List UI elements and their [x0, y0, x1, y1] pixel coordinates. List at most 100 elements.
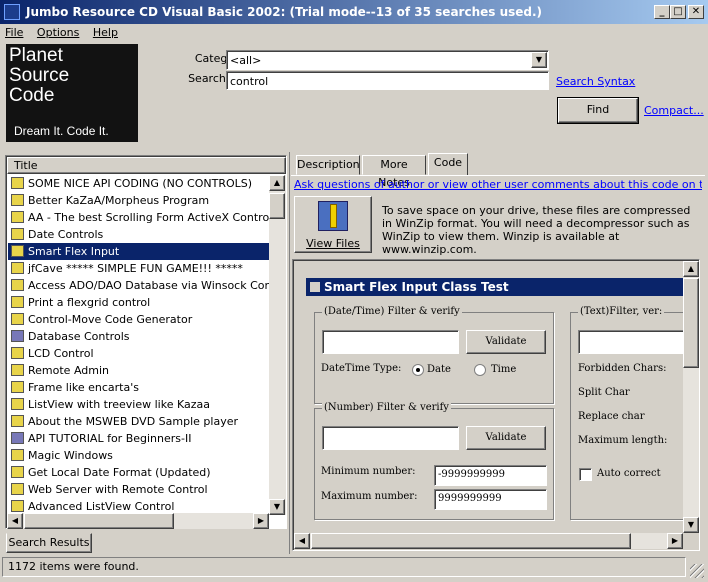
- search-input[interactable]: control: [226, 71, 549, 90]
- tab-search-results[interactable]: Search Results: [6, 533, 92, 553]
- chevron-down-icon[interactable]: ▼: [531, 52, 547, 68]
- validate-number-button[interactable]: Validate: [466, 426, 546, 450]
- datetime-group: [314, 312, 554, 404]
- resize-grip-icon[interactable]: [690, 564, 704, 578]
- menu-options[interactable]: Options: [32, 24, 84, 42]
- list-item[interactable]: About the MSWEB DVD Sample player: [8, 413, 270, 430]
- results-list[interactable]: Title SOME NICE API CODING (NO CONTROLS)…: [5, 155, 287, 529]
- preview-scroll-up-icon[interactable]: ▲: [683, 261, 699, 277]
- scroll-right-icon[interactable]: ▶: [253, 513, 269, 529]
- list-item-label: Remote Admin: [28, 364, 109, 377]
- list-item-label: ListView with treeview like Kazaa: [28, 398, 210, 411]
- scroll-thumb[interactable]: [269, 193, 285, 219]
- vb-module-icon: [11, 500, 24, 512]
- h-scroll-thumb[interactable]: [24, 513, 174, 529]
- scroll-down-icon[interactable]: ▼: [269, 499, 285, 515]
- list-item[interactable]: Remote Admin: [8, 362, 270, 379]
- preview-scroll-thumb[interactable]: [683, 278, 699, 368]
- vb-module-icon: [11, 466, 24, 478]
- tab-edge: [291, 175, 705, 176]
- tab-more-notes[interactable]: More Notes: [362, 155, 426, 189]
- vb-module-icon: [11, 228, 24, 240]
- planet-source-code-logo: Planet Source Code Dream It. Code It.: [6, 44, 138, 142]
- list-item[interactable]: Web Server with Remote Control: [8, 481, 270, 498]
- list-item[interactable]: Access ADO/DAO Database via Winsock Cont…: [8, 277, 270, 294]
- preview-hscrollbar[interactable]: ◀ ▶: [294, 533, 683, 549]
- results-rows: SOME NICE API CODING (NO CONTROLS) Better…: [8, 175, 270, 515]
- list-item[interactable]: Frame like encarta's: [8, 379, 270, 396]
- max-number-input[interactable]: 9999999999: [434, 489, 547, 510]
- menu-file[interactable]: File: [0, 24, 28, 42]
- vb-module-icon: [11, 398, 24, 410]
- list-item[interactable]: SOME NICE API CODING (NO CONTROLS): [8, 175, 270, 192]
- radio-time[interactable]: [474, 364, 486, 376]
- list-item[interactable]: Print a flexgrid control: [8, 294, 270, 311]
- list-item-label: Better KaZaA/Morpheus Program: [28, 194, 210, 207]
- auto-correct-checkbox[interactable]: [579, 468, 592, 481]
- list-item-label: Database Controls: [28, 330, 130, 343]
- list-item-label: AA - The best Scrolling Form ActiveX Con…: [28, 211, 270, 224]
- compact-link[interactable]: Compact...: [644, 104, 704, 117]
- vb-module-icon: [11, 296, 24, 308]
- vb-module-icon: [11, 279, 24, 291]
- splitter[interactable]: [289, 152, 290, 554]
- list-item[interactable]: jfCave ***** SIMPLE FUN GAME!!! *****: [8, 260, 270, 277]
- tab-description[interactable]: Description: [296, 155, 360, 175]
- vb-module-icon: [11, 245, 24, 257]
- datetime-input[interactable]: [322, 330, 459, 354]
- list-item[interactable]: API TUTORIAL for Beginners-II: [8, 430, 270, 447]
- menu-help[interactable]: Help: [88, 24, 123, 42]
- list-item[interactable]: Control-Move Code Generator: [8, 311, 270, 328]
- preview-hscroll-thumb[interactable]: [311, 533, 631, 549]
- search-syntax-link[interactable]: Search Syntax: [556, 75, 635, 88]
- validate-datetime-button[interactable]: Validate: [466, 330, 546, 354]
- list-item[interactable]: Better KaZaA/Morpheus Program: [8, 192, 270, 209]
- compression-note: To save space on your drive, these files…: [382, 204, 691, 256]
- list-item[interactable]: AA - The best Scrolling Form ActiveX Con…: [8, 209, 270, 226]
- category-select[interactable]: <all> ▼: [226, 50, 549, 70]
- results-hscrollbar[interactable]: ◀ ▶: [7, 513, 269, 529]
- preview-dialog-title: Smart Flex Input Class Test: [306, 278, 683, 296]
- maximize-icon[interactable]: □: [670, 5, 686, 19]
- list-item-label: LCD Control: [28, 347, 94, 360]
- column-header-title[interactable]: Title: [7, 157, 286, 174]
- scroll-left-icon[interactable]: ◀: [7, 513, 23, 529]
- preview-scroll-down-icon[interactable]: ▼: [683, 517, 699, 533]
- list-item-label: Magic Windows: [28, 449, 113, 462]
- minimize-icon[interactable]: _: [654, 5, 670, 19]
- tab-code[interactable]: Code: [428, 153, 468, 176]
- results-vscrollbar[interactable]: ▲ ▼: [269, 175, 286, 515]
- list-item-label: Get Local Date Format (Updated): [28, 466, 211, 479]
- vb-module-icon: [11, 262, 24, 274]
- view-files-button[interactable]: View Files: [294, 196, 372, 253]
- number-input[interactable]: [322, 426, 459, 450]
- list-item[interactable]: ListView with treeview like Kazaa: [8, 396, 270, 413]
- list-item[interactable]: Smart Flex Input: [8, 243, 270, 260]
- list-item-label: Advanced ListView Control: [28, 500, 175, 513]
- preview-scroll-left-icon[interactable]: ◀: [294, 533, 310, 549]
- min-number-input[interactable]: -9999999999: [434, 465, 547, 486]
- list-item-label: API TUTORIAL for Beginners-II: [28, 432, 192, 445]
- list-item-label: Control-Move Code Generator: [28, 313, 193, 326]
- vb-module-icon: [11, 177, 24, 189]
- list-item-label: Web Server with Remote Control: [28, 483, 208, 496]
- radio-time-label: Time: [491, 364, 517, 375]
- list-item[interactable]: LCD Control: [8, 345, 270, 362]
- max-number-label: Maximum number:: [321, 491, 418, 502]
- preview-scroll-right-icon[interactable]: ▶: [667, 533, 683, 549]
- list-item[interactable]: Magic Windows: [8, 447, 270, 464]
- preview-vscrollbar[interactable]: ▲ ▼: [683, 261, 699, 533]
- radio-date[interactable]: [412, 364, 424, 376]
- list-item[interactable]: Database Controls: [8, 328, 270, 345]
- list-item-label: Smart Flex Input: [28, 245, 120, 258]
- find-button[interactable]: Find: [557, 97, 639, 124]
- vb-module-icon: [11, 415, 24, 427]
- list-item[interactable]: Date Controls: [8, 226, 270, 243]
- scroll-up-icon[interactable]: ▲: [269, 175, 285, 191]
- window-title: Jumbo Resource CD Visual Basic 2002: (Tr…: [0, 0, 708, 24]
- datetime-type-label: DateTime Type:: [321, 363, 402, 374]
- text-filter-input[interactable]: [578, 330, 683, 354]
- close-icon[interactable]: ✕: [688, 5, 704, 19]
- list-item[interactable]: Get Local Date Format (Updated): [8, 464, 270, 481]
- ask-questions-link[interactable]: Ask questions of author or view other us…: [294, 178, 702, 191]
